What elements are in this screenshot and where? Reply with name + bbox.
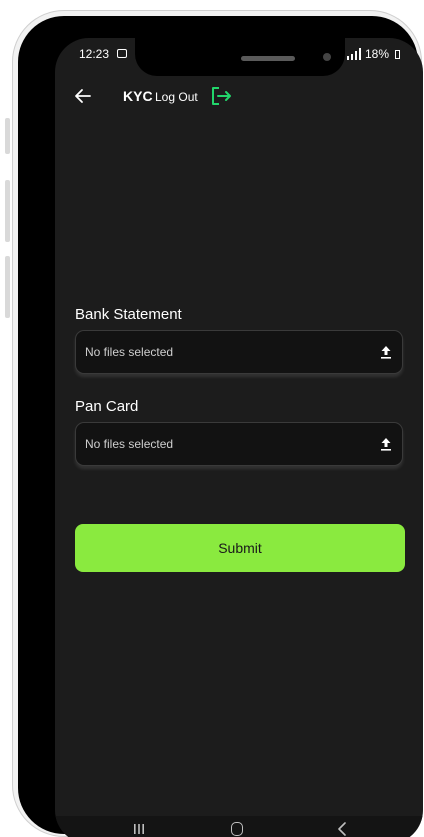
bank-statement-file-input[interactable]: No files selected (75, 330, 403, 374)
pan-card-file-input[interactable]: No files selected (75, 422, 403, 466)
side-button-mute (5, 118, 10, 154)
recent-apps-icon[interactable] (133, 823, 145, 835)
phone-bezel: 12:23 18% KYC Log Out Bank Statement No … (18, 16, 423, 837)
pan-card-label: Pan Card (75, 398, 139, 415)
status-time: 12:23 (79, 47, 110, 61)
arrow-left-icon[interactable] (73, 86, 93, 106)
pan-card-file-status: No files selected (85, 437, 174, 451)
page: 12:23 18% KYC Log Out Bank Statement No … (0, 0, 424, 837)
logout-icon[interactable] (211, 86, 233, 106)
page-title: KYC (123, 88, 153, 104)
bank-statement-file-status: No files selected (85, 345, 174, 359)
side-button-volume-up (5, 180, 10, 242)
gallery-notification-icon (117, 49, 127, 58)
bank-statement-label: Bank Statement (75, 306, 182, 323)
upload-icon[interactable] (380, 345, 392, 359)
submit-button[interactable]: Submit (75, 524, 405, 572)
home-icon[interactable] (231, 822, 243, 836)
app-screen: 12:23 18% KYC Log Out Bank Statement No … (55, 38, 423, 837)
signal-icon (347, 48, 361, 60)
system-nav-bar (55, 816, 423, 837)
status-bar: 12:23 18% (55, 38, 423, 76)
chevron-left-icon[interactable] (337, 822, 347, 836)
front-camera (323, 53, 331, 61)
speaker-grille (241, 56, 295, 61)
battery-icon (395, 50, 400, 59)
camera-notch (135, 38, 345, 76)
upload-icon[interactable] (380, 437, 392, 451)
battery-percent: 18% (365, 47, 390, 61)
side-button-volume-down (5, 256, 10, 318)
logout-button[interactable]: Log Out (155, 90, 198, 104)
